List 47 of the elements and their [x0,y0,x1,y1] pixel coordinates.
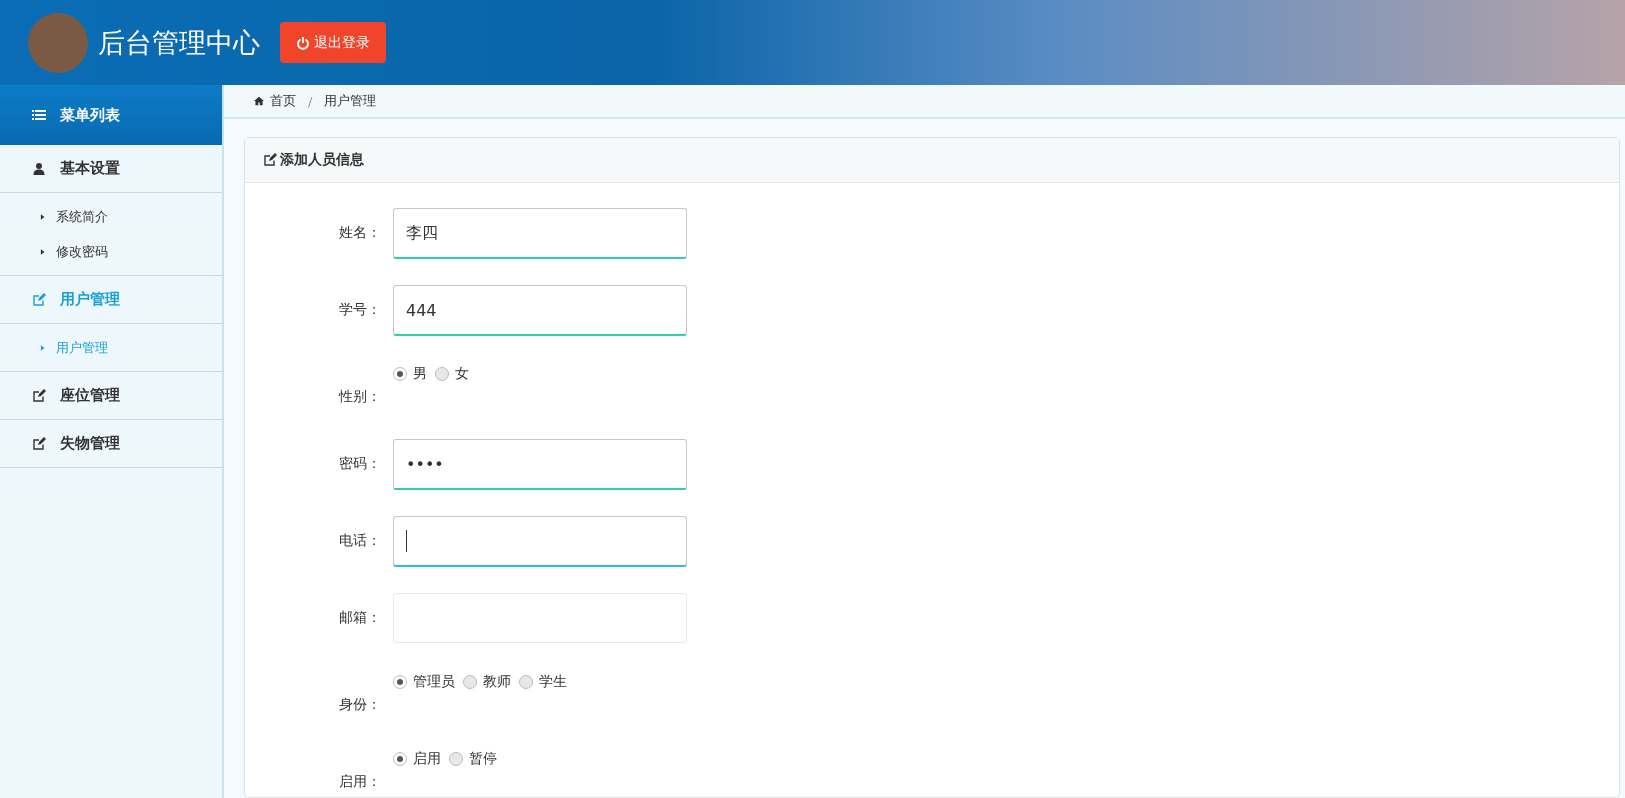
input-field[interactable]: 444 [393,285,687,336]
submenu-item[interactable]: 修改密码 [0,234,222,269]
radio-button[interactable] [393,752,407,766]
menu-title: 菜单列表 [60,105,120,125]
input-field[interactable] [393,593,687,643]
radio-label[interactable]: 管理员 [413,673,455,691]
field-label: 性别： [337,388,382,406]
home-icon [254,96,264,106]
panel-title: 添加人员信息 [280,151,364,169]
menu-group[interactable]: 座位管理 [0,372,222,420]
submenu-item[interactable]: 系统简介 [0,199,222,234]
breadcrumb-link[interactable]: 用户管理 [324,92,377,110]
field-label: 邮箱： [338,609,382,627]
edit-icon [32,388,46,403]
radio-label[interactable]: 学生 [539,673,567,691]
edit-icon [263,153,277,167]
app-title: 后台管理中心 [98,25,260,60]
breadcrumb-link[interactable]: 首页 [270,92,296,110]
radio-button[interactable] [435,367,449,381]
list-icon [32,108,46,122]
input-field[interactable]: •••• [393,439,687,490]
field-label: 学号： [338,301,382,319]
input-field[interactable] [393,516,687,567]
menu-group[interactable]: 失物管理 [0,420,222,468]
radio-button[interactable] [393,367,407,381]
breadcrumb-separator: / [308,93,313,109]
radio-label[interactable]: 教师 [483,673,511,691]
edit-icon [32,436,46,451]
field-label: 姓名： [338,224,382,242]
radio-button[interactable] [393,675,407,689]
radio-label[interactable]: 启用 [413,750,441,768]
menu-group[interactable]: 基本设置 [0,145,222,193]
radio-label[interactable]: 男 [413,365,427,383]
field-label: 启用： [338,773,382,791]
logout-button[interactable]: 退出登录 [280,22,386,63]
field-label: 身份： [338,696,382,714]
field-label: 密码： [338,455,382,473]
power-icon [296,35,310,50]
radio-button[interactable] [449,752,463,766]
radio-label[interactable]: 女 [455,365,469,383]
radio-label[interactable]: 暂停 [469,750,497,768]
edit-icon [32,292,46,307]
user-icon [32,161,46,176]
radio-button[interactable] [519,675,533,689]
radio-button[interactable] [463,675,477,689]
input-field[interactable]: 李四 [393,208,687,259]
field-label: 电话： [338,532,382,550]
